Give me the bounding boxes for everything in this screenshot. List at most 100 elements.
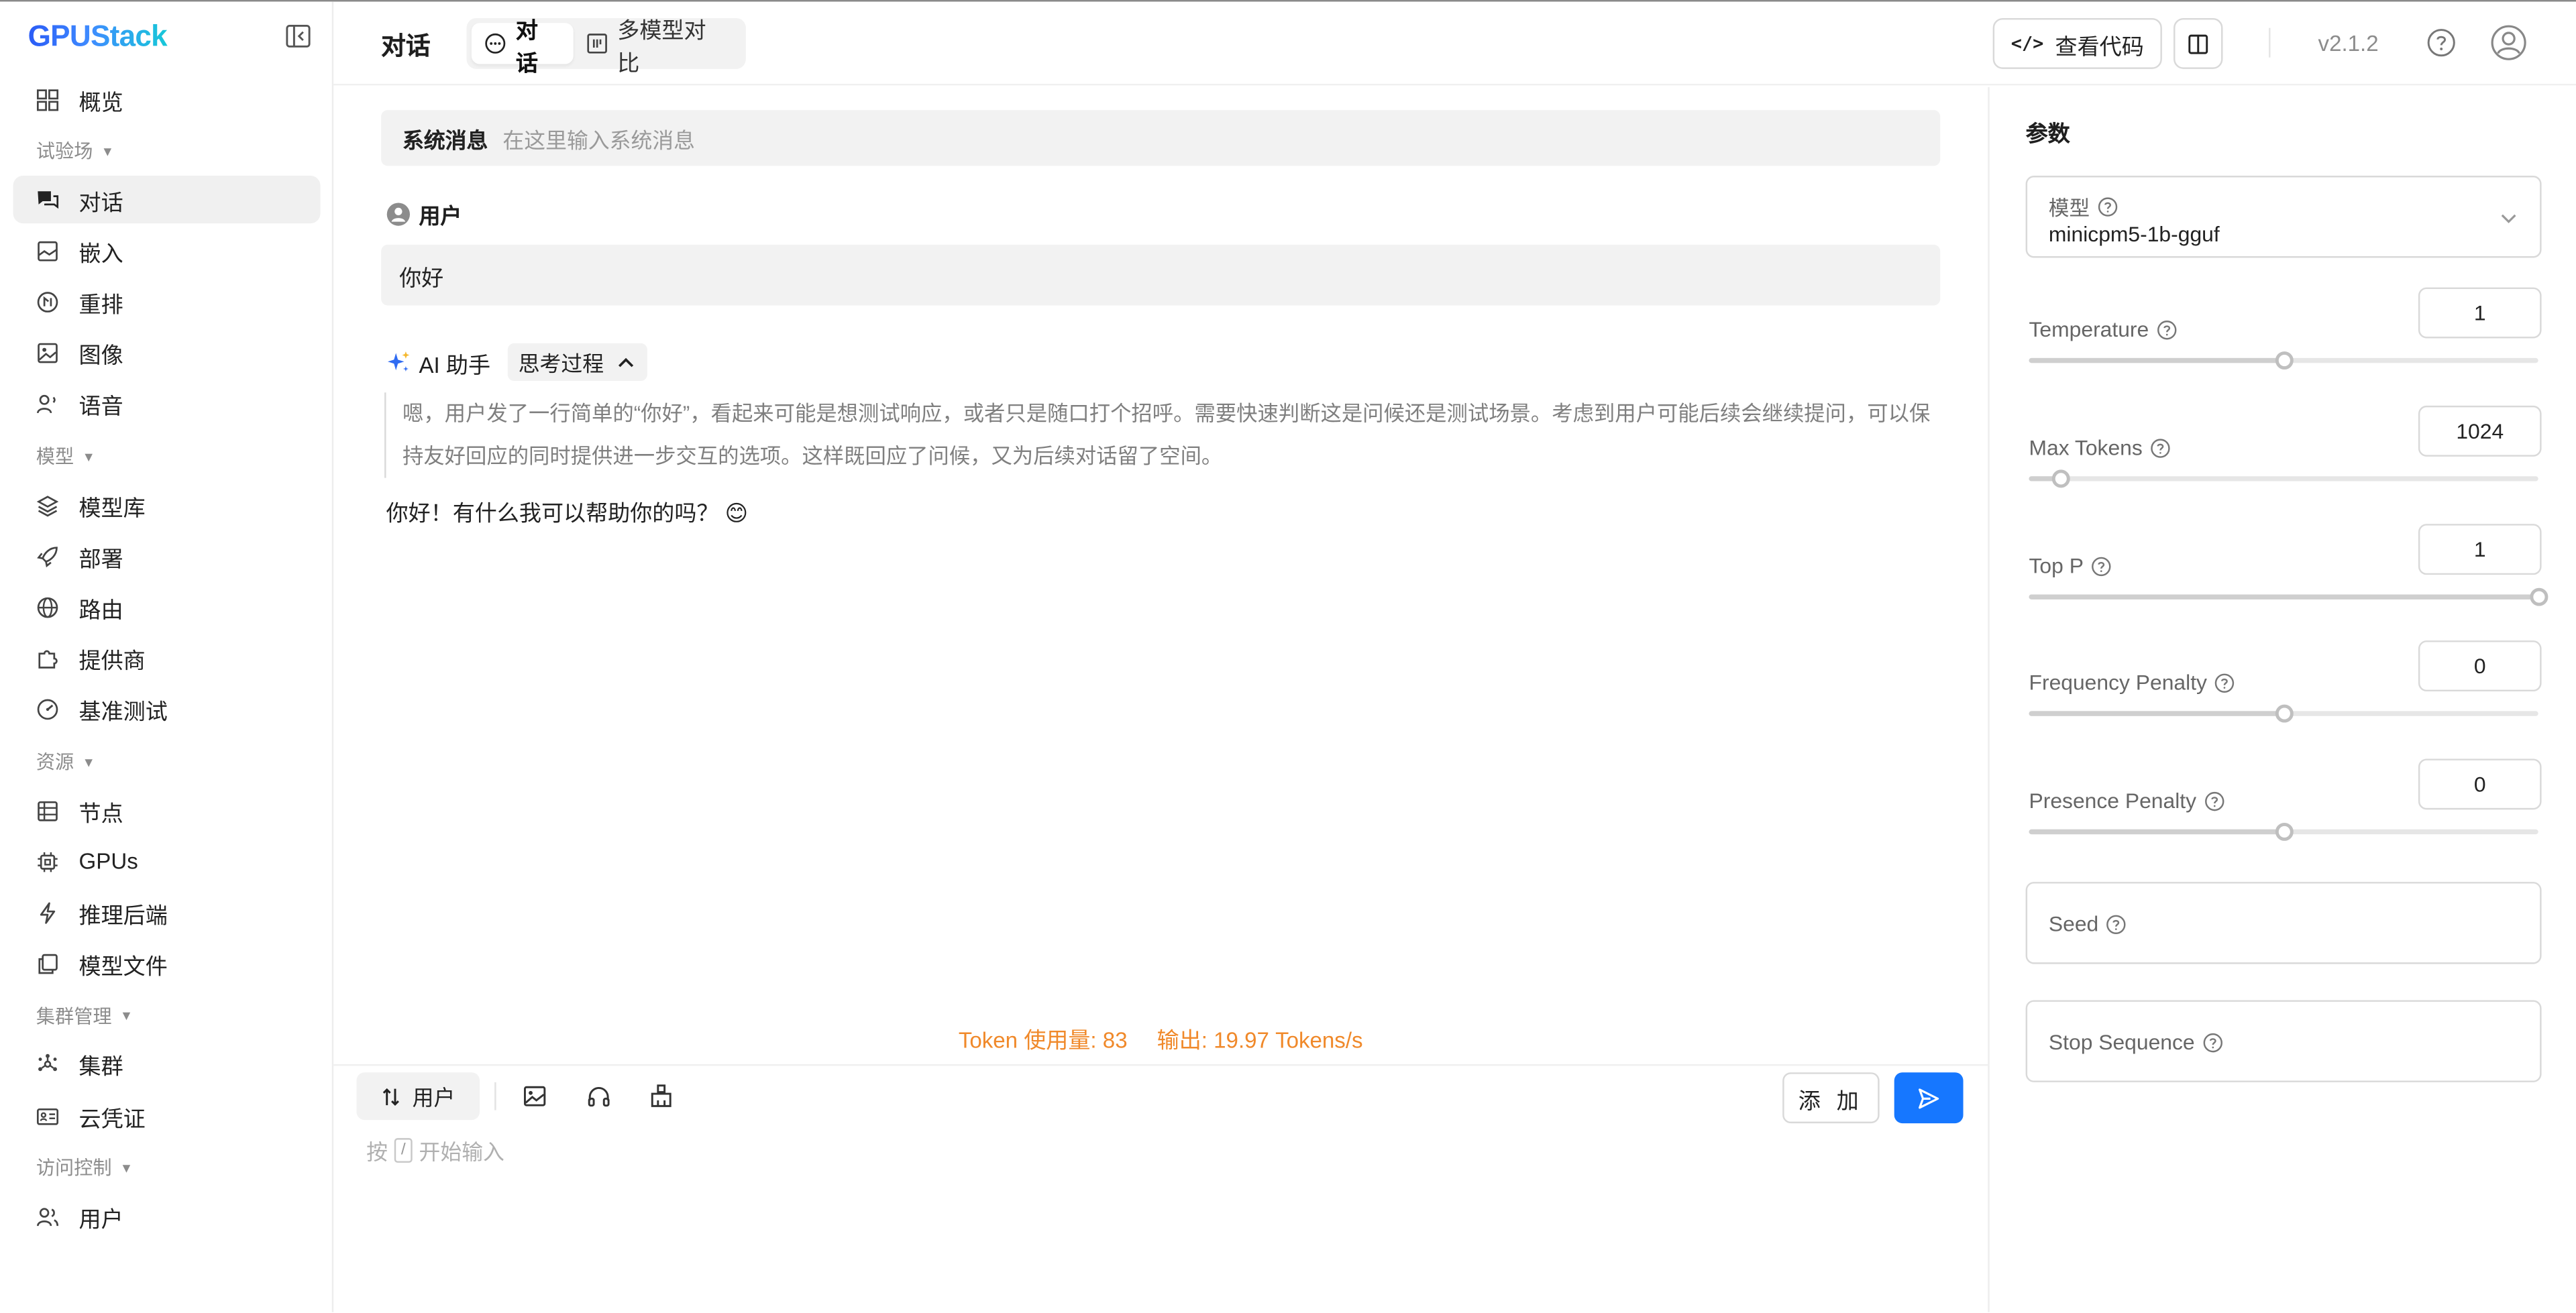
params-title: 参数 <box>2025 121 2070 146</box>
sidebar-item-providers[interactable]: 提供商 <box>13 635 321 683</box>
question-circle-icon[interactable] <box>2107 914 2127 933</box>
frequency-penalty-input[interactable]: 0 <box>2418 640 2542 692</box>
slider-handle[interactable] <box>2530 587 2548 606</box>
headphones-icon[interactable] <box>586 1084 611 1108</box>
gauge-icon <box>37 699 58 721</box>
top-p-input[interactable]: 1 <box>2418 524 2542 575</box>
view-code-button[interactable]: </> 查看代码 <box>1992 17 2162 69</box>
stop-sequence-label-row: Stop Sequence <box>2049 1030 2222 1054</box>
stop-sequence-input[interactable]: Stop Sequence <box>2025 1000 2542 1082</box>
sidebar-item-catalog[interactable]: 模型库 <box>13 481 321 529</box>
image-upload-icon[interactable] <box>523 1084 547 1108</box>
slider-handle[interactable] <box>2275 822 2294 841</box>
sidebar-item-rerank[interactable]: 重排 <box>13 278 321 326</box>
sidebar-item-deploy[interactable]: 部署 <box>13 532 321 580</box>
sidebar-item-overview[interactable]: 概览 <box>13 76 321 123</box>
question-circle-icon[interactable] <box>2215 673 2235 692</box>
slider-handle[interactable] <box>2052 469 2071 488</box>
globe-icon <box>37 597 58 618</box>
tab-chat[interactable]: 对话 <box>471 17 574 74</box>
param-label: Max Tokens <box>2029 435 2143 460</box>
nav-group-label: 集群管理 <box>36 1008 112 1028</box>
sidebar-item-gpus[interactable]: GPUs <box>13 838 321 886</box>
sidebar-item-benchmark[interactable]: 基准测试 <box>13 686 321 734</box>
nav-group-cluster-management[interactable]: 集群管理 ▼ <box>13 992 321 1041</box>
user-role-header: 用户 <box>386 198 462 230</box>
rocket-icon <box>37 546 58 567</box>
seed-label-row: Seed <box>2049 911 2127 936</box>
sidebar: GPUStack 概览 试验场 ▼ 对话 嵌入 重排 图像 语音 模型 ▼ 模型… <box>0 1 334 1312</box>
user-message[interactable]: 你好 <box>381 244 1941 306</box>
sidebar-item-audio[interactable]: 语音 <box>13 381 321 429</box>
max-tokens-slider[interactable] <box>2029 469 2538 488</box>
message-input[interactable]: 按 / 开始输入 <box>366 1135 504 1166</box>
nav-group-models[interactable]: 模型 ▼ <box>13 432 321 481</box>
sidebar-item-label: 模型文件 <box>78 954 168 979</box>
nav-group-playground[interactable]: 试验场 ▼ <box>13 127 321 176</box>
version-label: v2.1.2 <box>2318 31 2379 56</box>
sidebar-item-label: 对话 <box>78 190 123 215</box>
role-switch-button[interactable]: 用户 <box>356 1072 480 1121</box>
frequency-penalty-slider[interactable] <box>2029 704 2538 723</box>
presence-penalty-input[interactable]: 0 <box>2418 758 2542 810</box>
sidebar-item-label: 节点 <box>78 801 123 825</box>
question-circle-icon[interactable] <box>2157 319 2177 339</box>
add-message-button[interactable]: 添 加 <box>1782 1072 1880 1124</box>
clear-broom-icon[interactable] <box>649 1084 674 1108</box>
panel-icon <box>2188 34 2208 54</box>
user-avatar-icon[interactable] <box>2491 25 2527 61</box>
nav-group-label: 资源 <box>36 754 74 774</box>
frequency-penalty-param: Frequency Penalty 0 <box>2026 640 2542 739</box>
sidebar-item-label: 用户 <box>78 1206 123 1231</box>
seed-input[interactable]: Seed <box>2025 882 2542 964</box>
question-circle-icon[interactable] <box>2092 556 2112 575</box>
sidebar-item-label: 推理后端 <box>78 903 168 928</box>
sidebar-item-model-files[interactable]: 模型文件 <box>13 940 321 988</box>
sidebar-item-embed[interactable]: 嵌入 <box>13 227 321 275</box>
thinking-toggle-button[interactable]: 思考过程 <box>506 343 647 382</box>
nav-group-resources[interactable]: 资源 ▼ <box>13 738 321 787</box>
shortcut-key: / <box>394 1138 413 1163</box>
sidebar-item-nodes[interactable]: 节点 <box>13 787 321 834</box>
toggle-params-panel-button[interactable] <box>2174 17 2223 69</box>
role-switch-label: 用户 <box>412 1085 455 1110</box>
top-p-slider[interactable] <box>2029 587 2548 606</box>
system-message-field[interactable]: 系统消息 在这里输入系统消息 <box>381 110 1941 166</box>
temperature-input[interactable]: 1 <box>2418 287 2542 339</box>
slider-handle[interactable] <box>2275 704 2294 723</box>
question-circle-icon[interactable] <box>2203 1032 2222 1052</box>
model-select[interactable]: 模型 minicpm5-1b-gguf <box>2025 176 2542 258</box>
slider-handle[interactable] <box>2275 351 2294 370</box>
send-button[interactable] <box>1894 1072 1964 1124</box>
max-tokens-param: Max Tokens 1024 <box>2026 405 2542 504</box>
presence-penalty-slider[interactable] <box>2029 822 2538 841</box>
sidebar-collapse-icon[interactable] <box>286 24 311 48</box>
param-label-row: Top P <box>2029 553 2112 578</box>
sidebar-item-routes[interactable]: 路由 <box>13 584 321 632</box>
question-circle-icon[interactable] <box>2098 196 2118 216</box>
slider-fill <box>2029 594 2538 600</box>
sidebar-item-users[interactable]: 用户 <box>13 1192 321 1240</box>
sidebar-item-label: 集群 <box>78 1055 123 1080</box>
question-circle-icon[interactable] <box>2204 791 2224 811</box>
app-logo[interactable]: GPUStack <box>28 19 168 54</box>
temperature-slider[interactable] <box>2029 351 2538 370</box>
help-icon[interactable] <box>2426 28 2456 58</box>
sidebar-item-credentials[interactable]: 云凭证 <box>13 1092 321 1140</box>
tab-multi-model-compare[interactable]: 多模型对比 <box>573 17 741 74</box>
sidebar-item-backends[interactable]: 推理后端 <box>13 889 321 937</box>
sidebar-item-label: 语音 <box>78 394 123 420</box>
nav-group-access-control[interactable]: 访问控制 ▼ <box>13 1143 321 1192</box>
input-divider <box>333 1064 1988 1066</box>
caret-down-icon: ▼ <box>82 449 95 465</box>
sidebar-item-clusters[interactable]: 集群 <box>13 1041 321 1088</box>
top-p-param: Top P 1 <box>2026 524 2548 622</box>
max-tokens-input[interactable]: 1024 <box>2418 405 2542 457</box>
sidebar-item-label: 图像 <box>78 343 123 369</box>
toolbar-divider <box>494 1082 496 1110</box>
send-icon <box>1919 1088 1939 1108</box>
question-circle-icon[interactable] <box>2151 438 2170 457</box>
sidebar-item-chat[interactable]: 对话 <box>13 176 321 224</box>
sidebar-item-image[interactable]: 图像 <box>13 330 321 378</box>
slider-fill <box>2029 711 2284 716</box>
